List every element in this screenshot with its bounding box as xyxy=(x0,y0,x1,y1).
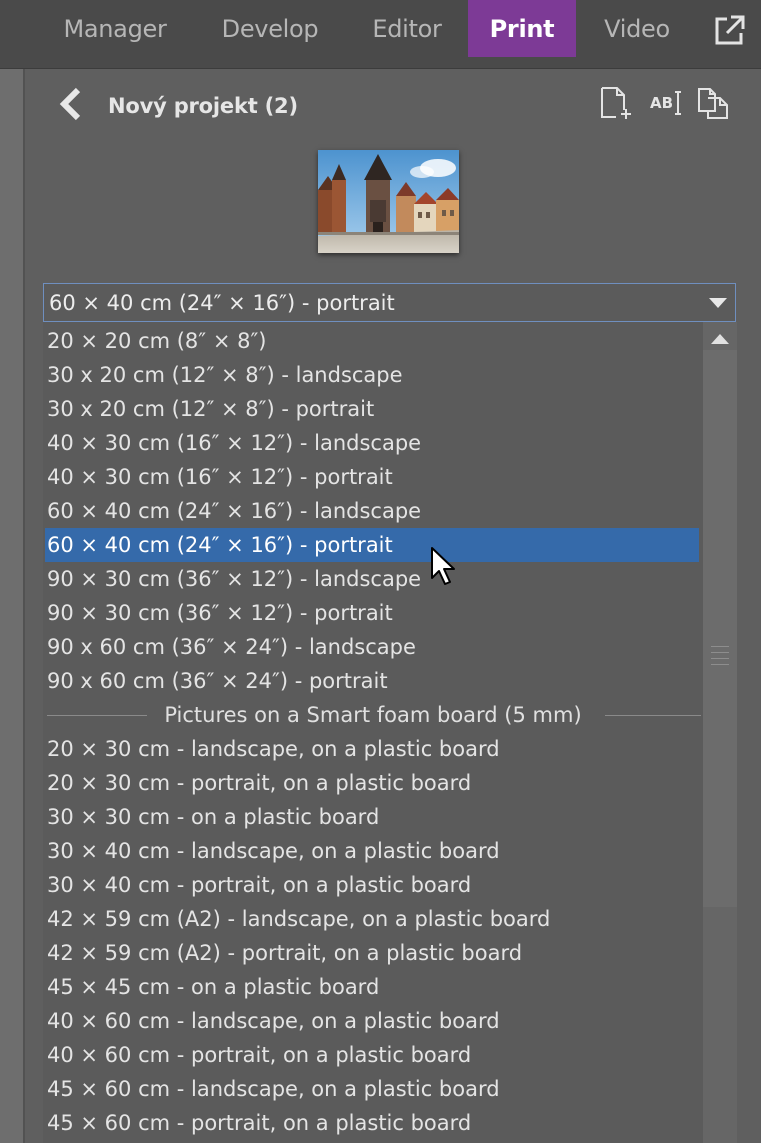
mouse-pointer-icon xyxy=(431,547,455,585)
option-20x20[interactable]: 20 × 20 cm (8″ × 8″) xyxy=(45,324,699,358)
format-dropdown-list[interactable]: 20 × 20 cm (8″ × 8″) 30 x 20 cm (12″ × 8… xyxy=(43,322,737,1143)
grip-line xyxy=(711,658,729,659)
option-board-30x30[interactable]: 30 × 30 cm - on a plastic board xyxy=(45,800,699,834)
new-page-icon[interactable] xyxy=(598,86,634,120)
option-board-45x45[interactable]: 45 × 45 cm - on a plastic board xyxy=(45,970,699,1004)
tab-editor[interactable]: Editor xyxy=(352,0,462,57)
option-40x30-landscape[interactable]: 40 × 30 cm (16″ × 12″) - landscape xyxy=(45,426,699,460)
module-tab-bar: Manager Develop Editor Print Video xyxy=(0,0,761,69)
grip-line xyxy=(711,652,729,653)
product-preview-thumbnail xyxy=(318,150,459,253)
option-board-45x60-landscape[interactable]: 45 × 60 cm - landscape, on a plastic boa… xyxy=(45,1072,699,1106)
tab-video[interactable]: Video xyxy=(588,0,686,57)
tab-manager[interactable]: Manager xyxy=(42,0,188,57)
option-60x40-portrait-selected[interactable]: 60 × 40 cm (24″ × 16″) - portrait xyxy=(45,528,699,562)
option-60x40-landscape[interactable]: 60 × 40 cm (24″ × 16″) - landscape xyxy=(45,494,699,528)
svg-text:AB: AB xyxy=(650,94,673,112)
tab-print[interactable]: Print xyxy=(468,0,576,57)
option-40x30-portrait[interactable]: 40 × 30 cm (16″ × 12″) - portrait xyxy=(45,460,699,494)
option-90x30-landscape[interactable]: 90 × 30 cm (36″ × 12″) - landscape xyxy=(45,562,699,596)
format-select-value: 60 × 40 cm (24″ × 16″) - portrait xyxy=(49,291,395,315)
left-gutter xyxy=(0,69,23,1143)
format-select[interactable]: 60 × 40 cm (24″ × 16″) - portrait xyxy=(43,283,736,322)
group-divider-right xyxy=(605,715,701,716)
option-board-42x59-portrait[interactable]: 42 × 59 cm (A2) - portrait, on a plastic… xyxy=(45,936,699,970)
option-board-20x30-portrait[interactable]: 20 × 30 cm - portrait, on a plastic boar… xyxy=(45,766,699,800)
option-board-42x59-landscape[interactable]: 42 × 59 cm (A2) - landscape, on a plasti… xyxy=(45,902,699,936)
option-board-40x60-landscape[interactable]: 40 × 60 cm - landscape, on a plastic boa… xyxy=(45,1004,699,1038)
option-90x60-portrait[interactable]: 90 x 60 cm (36″ × 24″) - portrait xyxy=(45,664,699,698)
scroll-up-arrow-icon[interactable] xyxy=(711,334,729,344)
option-board-30x40-landscape[interactable]: 30 × 40 cm - landscape, on a plastic boa… xyxy=(45,834,699,868)
external-window-icon[interactable] xyxy=(713,13,747,47)
group-divider-left xyxy=(47,715,147,716)
text-edit-icon[interactable]: AB xyxy=(648,86,682,120)
back-chevron-icon[interactable] xyxy=(56,86,86,122)
grip-line xyxy=(711,664,729,665)
option-30x20-portrait[interactable]: 30 x 20 cm (12″ × 8″) - portrait xyxy=(45,392,699,426)
option-board-40x60-portrait[interactable]: 40 × 60 cm - portrait, on a plastic boar… xyxy=(45,1038,699,1072)
copy-pages-icon[interactable] xyxy=(696,86,730,120)
scrollbar-thumb[interactable] xyxy=(703,350,737,907)
group-header-smart-foam-board: Pictures on a Smart foam board (5 mm) xyxy=(45,698,701,732)
option-90x60-landscape[interactable]: 90 x 60 cm (36″ × 24″) - landscape xyxy=(45,630,699,664)
project-title: Nový projekt (2) xyxy=(108,94,298,118)
option-30x20-landscape[interactable]: 30 x 20 cm (12″ × 8″) - landscape xyxy=(45,358,699,392)
dropdown-arrow-icon[interactable] xyxy=(709,298,727,308)
option-board-20x30-landscape[interactable]: 20 × 30 cm - landscape, on a plastic boa… xyxy=(45,732,699,766)
option-90x30-portrait[interactable]: 90 × 30 cm (36″ × 12″) - portrait xyxy=(45,596,699,630)
group-header-label: Pictures on a Smart foam board (5 mm) xyxy=(164,703,582,727)
tab-develop[interactable]: Develop xyxy=(200,0,340,57)
option-board-45x60-portrait[interactable]: 45 × 60 cm - portrait, on a plastic boar… xyxy=(45,1106,699,1140)
dropdown-scrollbar[interactable] xyxy=(703,322,737,1143)
grip-line xyxy=(711,646,729,647)
option-board-30x40-portrait[interactable]: 30 × 40 cm - portrait, on a plastic boar… xyxy=(45,868,699,902)
